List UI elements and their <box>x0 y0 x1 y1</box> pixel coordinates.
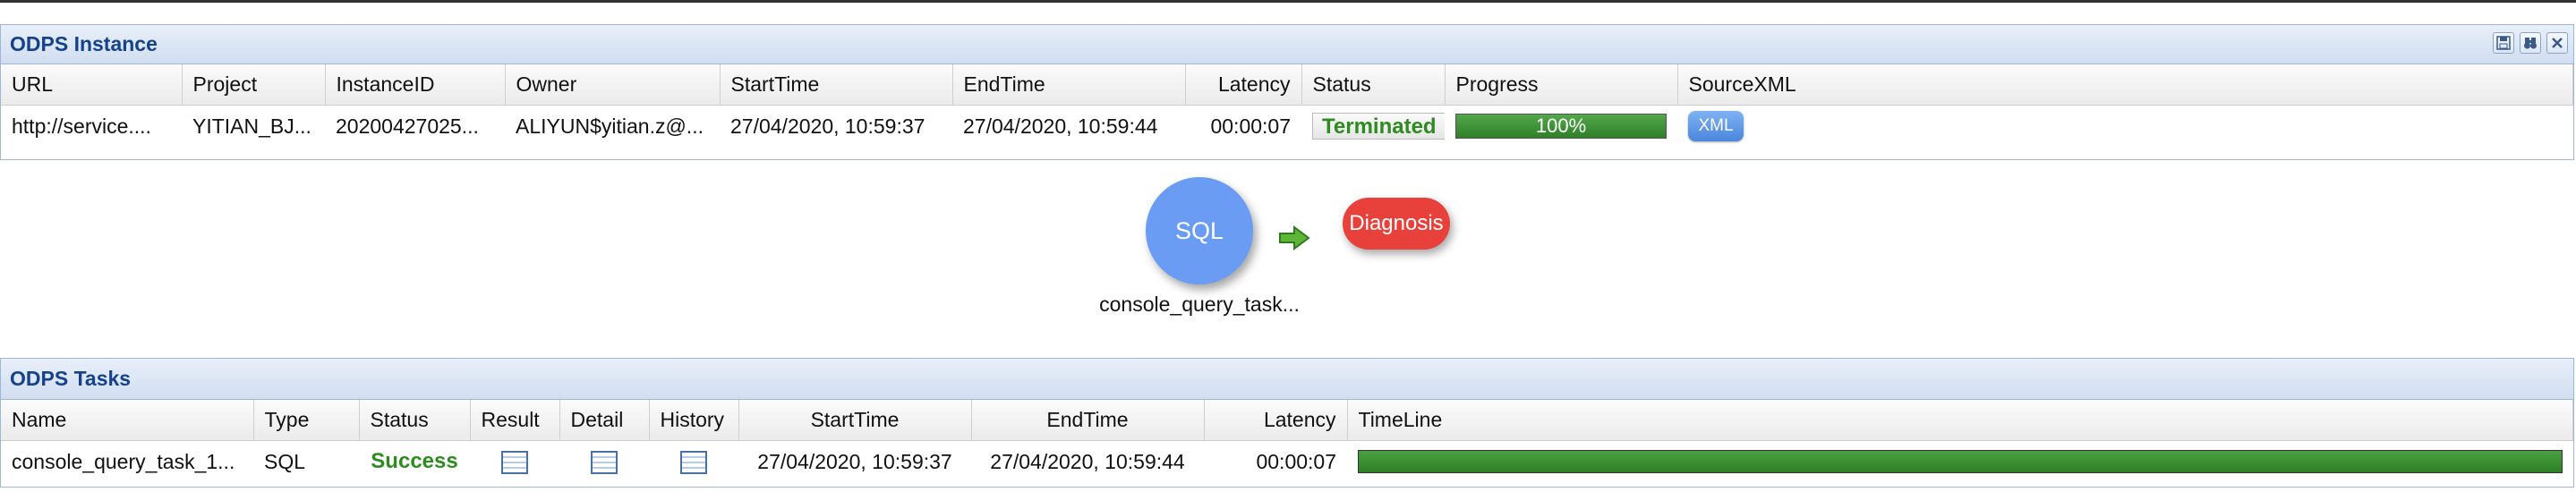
tasks-panel: ODPS Tasks Name Type Status Result Detai… <box>0 358 2574 488</box>
column-header-end-time[interactable]: EndTime <box>971 400 1205 441</box>
column-header-start-time[interactable]: StartTime <box>720 64 953 106</box>
column-header-url[interactable]: URL <box>1 64 183 106</box>
status-success: Success <box>371 449 458 473</box>
cell-start-time: 27/04/2020, 10:59:37 <box>757 449 952 473</box>
status-badge: Terminated <box>1312 113 1445 140</box>
column-header-source-xml[interactable]: SourceXML <box>1677 64 2573 106</box>
instance-panel-header: ODPS Instance <box>1 25 2573 64</box>
instance-grid-header: URL Project InstanceID Owner StartTime E… <box>1 64 2573 106</box>
cell-history <box>649 441 738 483</box>
column-header-history[interactable]: History <box>649 400 739 441</box>
instance-panel: ODPS Instance URL Project InstanceID Own… <box>0 24 2574 160</box>
cell-end-time: 27/04/2020, 10:59:44 <box>990 449 1185 473</box>
column-header-result[interactable]: Result <box>470 400 560 441</box>
table-row[interactable]: console_query_task_1... SQL Success 27/0… <box>1 441 2573 483</box>
timeline-bar <box>1358 450 2563 473</box>
column-header-end-time[interactable]: EndTime <box>952 64 1186 106</box>
binoculars-icon[interactable] <box>2520 32 2541 54</box>
table-row[interactable]: http://service.... YITIAN_BJ... 20200427… <box>1 106 2573 148</box>
tasks-panel-title: ODPS Tasks <box>10 367 132 390</box>
history-table-icon[interactable] <box>680 450 707 474</box>
instance-panel-title: ODPS Instance <box>10 32 158 55</box>
column-header-project[interactable]: Project <box>182 64 326 106</box>
arrow-right-icon <box>1278 225 1310 255</box>
tasks-grid-header: Name Type Status Result Detail History S… <box>1 400 2573 441</box>
instance-grid: URL Project InstanceID Owner StartTime E… <box>1 64 2573 147</box>
cell-owner: ALIYUN$yitian.z@... <box>516 114 704 138</box>
column-header-latency[interactable]: Latency <box>1185 64 1302 106</box>
progress-bar: 100% <box>1455 114 1667 139</box>
diagnosis-label: Diagnosis <box>1349 211 1444 235</box>
sql-task-node[interactable]: SQL <box>1146 177 1253 284</box>
cell-timeline <box>1347 441 2573 483</box>
cell-project: YITIAN_BJ... <box>192 114 311 138</box>
cell-status: Success <box>359 441 470 483</box>
cell-progress: 100% <box>1445 106 1677 148</box>
column-header-status[interactable]: Status <box>359 400 471 441</box>
column-header-progress[interactable]: Progress <box>1445 64 1678 106</box>
column-header-type[interactable]: Type <box>253 400 360 441</box>
column-header-name[interactable]: Name <box>1 400 254 441</box>
tasks-grid: Name Type Status Result Detail History S… <box>1 400 2573 482</box>
detail-table-icon[interactable] <box>591 450 618 474</box>
result-table-icon[interactable] <box>501 450 528 474</box>
cell-end-time: 27/04/2020, 10:59:44 <box>963 114 1158 138</box>
close-icon[interactable] <box>2546 32 2568 54</box>
column-header-timeline[interactable]: TimeLine <box>1347 400 2573 441</box>
cell-start-time: 27/04/2020, 10:59:37 <box>730 114 925 138</box>
cell-source-xml: XML <box>1677 106 2573 148</box>
column-header-instance-id[interactable]: InstanceID <box>325 64 506 106</box>
cell-latency: 00:00:07 <box>1256 449 1336 473</box>
column-header-detail[interactable]: Detail <box>559 400 650 441</box>
cell-detail <box>559 441 649 483</box>
diagnosis-button[interactable]: Diagnosis <box>1343 198 1450 250</box>
cell-url: http://service.... <box>12 114 151 138</box>
cell-name: console_query_task_1... <box>12 449 235 473</box>
tasks-panel-header: ODPS Tasks <box>1 359 2573 400</box>
column-header-owner[interactable]: Owner <box>505 64 721 106</box>
cell-status: Terminated <box>1301 106 1445 148</box>
column-header-status[interactable]: Status <box>1301 64 1446 106</box>
cell-latency: 00:00:07 <box>1210 114 1291 138</box>
cell-instance-id: 20200427025... <box>336 114 479 138</box>
cell-result <box>470 441 559 483</box>
column-header-start-time[interactable]: StartTime <box>738 400 972 441</box>
xml-button[interactable]: XML <box>1688 111 1744 141</box>
column-header-latency[interactable]: Latency <box>1204 400 1348 441</box>
task-node-caption: console_query_task... <box>1099 293 1300 316</box>
cell-type: SQL <box>264 449 306 473</box>
progress-text: 100% <box>1535 115 1587 137</box>
save-icon[interactable] <box>2493 32 2514 54</box>
instance-panel-tools <box>2493 32 2568 54</box>
window-top-border <box>0 0 2576 3</box>
sql-task-node-label: SQL <box>1174 216 1224 244</box>
